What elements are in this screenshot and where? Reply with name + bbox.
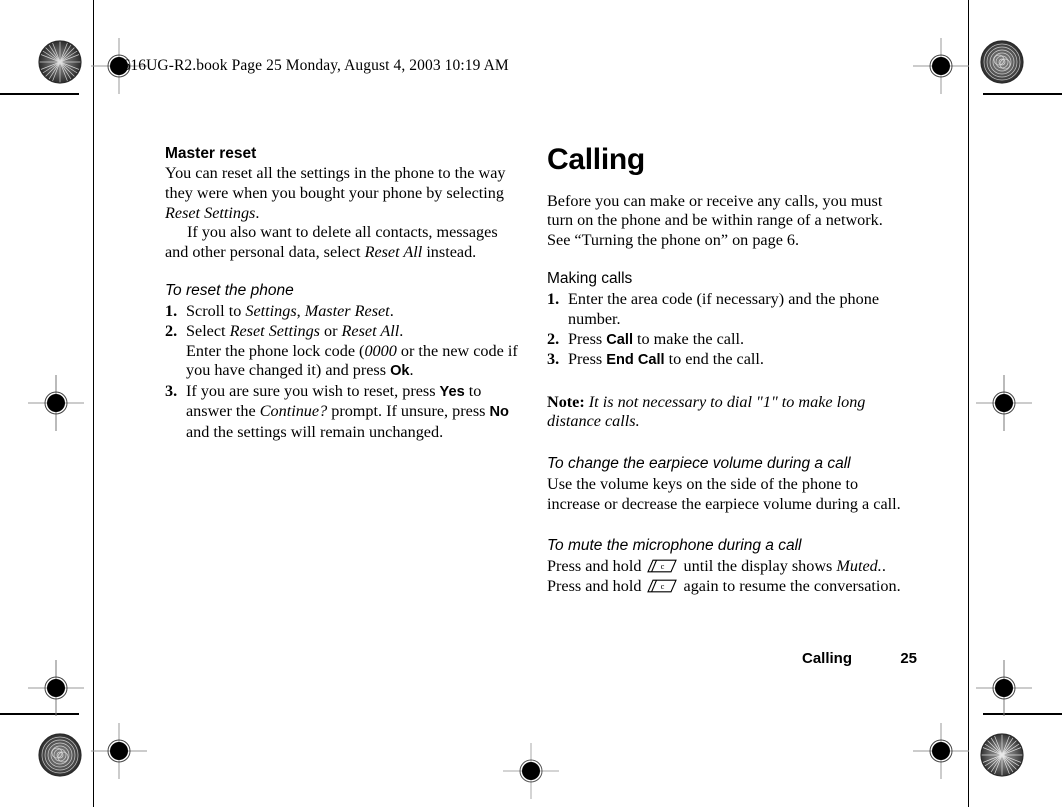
footer-page-number: 25 bbox=[900, 650, 917, 667]
step3-text-c: prompt. If unsure, press bbox=[327, 402, 490, 421]
master-reset-p1-text-b: . bbox=[255, 203, 260, 222]
svg-text:c: c bbox=[661, 561, 665, 571]
making-calls-step2-text-b: to make the call. bbox=[633, 329, 745, 348]
master-reset-p2-italic: Reset All bbox=[364, 242, 423, 261]
step3-text-a: If you are sure you wish to reset, press bbox=[186, 381, 440, 400]
step1-text-c: . bbox=[389, 302, 394, 321]
mute-line2-text-a: Press and hold bbox=[547, 577, 646, 596]
master-reset-p1-italic: Reset Settings bbox=[165, 203, 256, 222]
note-label: Note: bbox=[547, 392, 585, 411]
list-item: 1. Scroll to Settings, Master Reset. bbox=[165, 302, 522, 322]
list-item: 1. Enter the area code (if necessary) and… bbox=[547, 290, 904, 329]
registration-target-icon bbox=[913, 38, 969, 94]
column-left: Master reset You can reset all the setti… bbox=[165, 144, 522, 443]
step3-italic-continue: Continue? bbox=[259, 402, 328, 421]
note-block: Note: It is not necessary to dial "1" to… bbox=[547, 393, 904, 432]
step-number: 1. bbox=[165, 302, 178, 321]
footer-chapter-name: Calling bbox=[801, 650, 852, 667]
registration-target-icon bbox=[28, 375, 84, 431]
step2-italic-default-code: 0000 bbox=[364, 341, 397, 360]
step2-italic-reset-all: Reset All bbox=[341, 322, 400, 341]
color-rosette-icon bbox=[38, 40, 82, 84]
step2-text-c: . bbox=[399, 322, 404, 341]
step3-text-d: and the settings will remain unchanged. bbox=[186, 423, 444, 442]
softkey-call[interactable]: Call bbox=[606, 332, 633, 348]
registration-target-icon bbox=[28, 660, 84, 716]
clear-key-icon: c bbox=[647, 579, 678, 593]
color-rosette-icon bbox=[980, 40, 1024, 84]
procedure-heading-mute-microphone: To mute the microphone during a call bbox=[547, 537, 802, 555]
step-number: 3. bbox=[547, 350, 560, 369]
making-calls-step3-text-b: to end the call. bbox=[664, 350, 764, 369]
master-reset-p2-text-b: instead. bbox=[422, 242, 477, 261]
registration-target-icon bbox=[976, 375, 1032, 431]
step2-italic-reset-settings: Reset Settings bbox=[229, 322, 320, 341]
registration-target-icon bbox=[503, 743, 559, 799]
softkey-yes[interactable]: Yes bbox=[440, 384, 465, 400]
list-item: 2. Select Reset Settings or Reset All. Ent… bbox=[165, 322, 522, 382]
softkey-end-call[interactable]: End Call bbox=[606, 352, 664, 368]
color-rosette-icon bbox=[38, 733, 82, 777]
making-calls-step3-text-a: Press bbox=[568, 350, 607, 369]
list-item: 3. If you are sure you wish to reset, pre… bbox=[165, 382, 522, 443]
list-item: 2. Press Call to make the call. bbox=[547, 330, 904, 351]
registration-target-icon bbox=[976, 660, 1032, 716]
registration-target-icon bbox=[91, 723, 147, 779]
svg-text:c: c bbox=[661, 581, 665, 591]
mute-line1-text-a: Press and hold bbox=[547, 557, 646, 576]
step2-text-d: Enter the phone lock code ( bbox=[186, 341, 365, 360]
print-header-stamp: T616UG-R2.book Page 25 Monday, August 4,… bbox=[113, 57, 509, 74]
step1-italic-settings: Settings bbox=[245, 302, 297, 321]
master-reset-p1-text-a: You can reset all the settings in the ph… bbox=[165, 164, 506, 202]
master-reset-paragraph-2: If you also want to delete all contacts,… bbox=[165, 223, 522, 262]
step2-text-f: . bbox=[409, 361, 414, 380]
column-right: Calling Before you can make or receive a… bbox=[547, 144, 904, 597]
step-number: 1. bbox=[547, 290, 560, 309]
softkey-ok[interactable]: Ok bbox=[390, 363, 409, 379]
mute-line1-text-c: . bbox=[881, 557, 886, 576]
note-text: It is not necessary to dial "1" to make … bbox=[547, 392, 866, 431]
mute-instruction-line-2: Press and hold c again to resume the con… bbox=[547, 577, 904, 597]
softkey-no[interactable]: No bbox=[489, 404, 508, 420]
making-calls-step2-text-a: Press bbox=[568, 329, 607, 348]
step2-text-a: Select bbox=[186, 322, 230, 341]
registration-target-icon bbox=[913, 723, 969, 779]
making-calls-steps-list: 1. Enter the area code (if necessary) and… bbox=[547, 290, 904, 370]
calling-intro-paragraph: Before you can make or receive any calls… bbox=[547, 191, 883, 249]
mute-instruction-line-1: Press and hold c until the display shows… bbox=[547, 557, 904, 577]
step2-text-b: or bbox=[319, 322, 342, 341]
mute-line1-text-b: until the display shows bbox=[679, 557, 837, 576]
manual-page: T616UG-R2.book Page 25 Monday, August 4,… bbox=[93, 57, 969, 715]
color-rosette-icon bbox=[980, 733, 1024, 777]
step-number: 2. bbox=[165, 322, 178, 341]
section-heading-master-reset: Master reset bbox=[165, 145, 257, 162]
procedure-heading-to-reset-the-phone: To reset the phone bbox=[165, 282, 294, 300]
trim-line-top-left bbox=[0, 93, 79, 95]
step1-text-b: , bbox=[296, 302, 305, 321]
step-number: 2. bbox=[547, 329, 560, 348]
list-item: 3. Press End Call to end the call. bbox=[547, 350, 904, 371]
making-calls-step1-text: Enter the area code (if necessary) and t… bbox=[568, 290, 880, 329]
step1-text-a: Scroll to bbox=[186, 302, 246, 321]
step1-italic-master-reset: Master Reset bbox=[304, 302, 390, 321]
step-number: 3. bbox=[165, 381, 178, 400]
subheading-making-calls: Making calls bbox=[547, 270, 633, 288]
trim-line-top-right bbox=[983, 93, 1062, 95]
clear-key-icon: c bbox=[647, 559, 678, 573]
mute-line2-text-b: again to resume the conversation. bbox=[679, 577, 901, 596]
mute-line1-italic-muted: Muted. bbox=[836, 557, 882, 576]
procedure-heading-earpiece-volume: To change the earpiece volume during a c… bbox=[547, 454, 851, 472]
master-reset-paragraph-1: You can reset all the settings in the ph… bbox=[165, 164, 522, 223]
earpiece-volume-paragraph: Use the volume keys on the side of the p… bbox=[547, 475, 901, 513]
page-title: Calling bbox=[547, 143, 645, 176]
reset-steps-list: 1. Scroll to Settings, Master Reset. 2. Se… bbox=[165, 302, 522, 442]
